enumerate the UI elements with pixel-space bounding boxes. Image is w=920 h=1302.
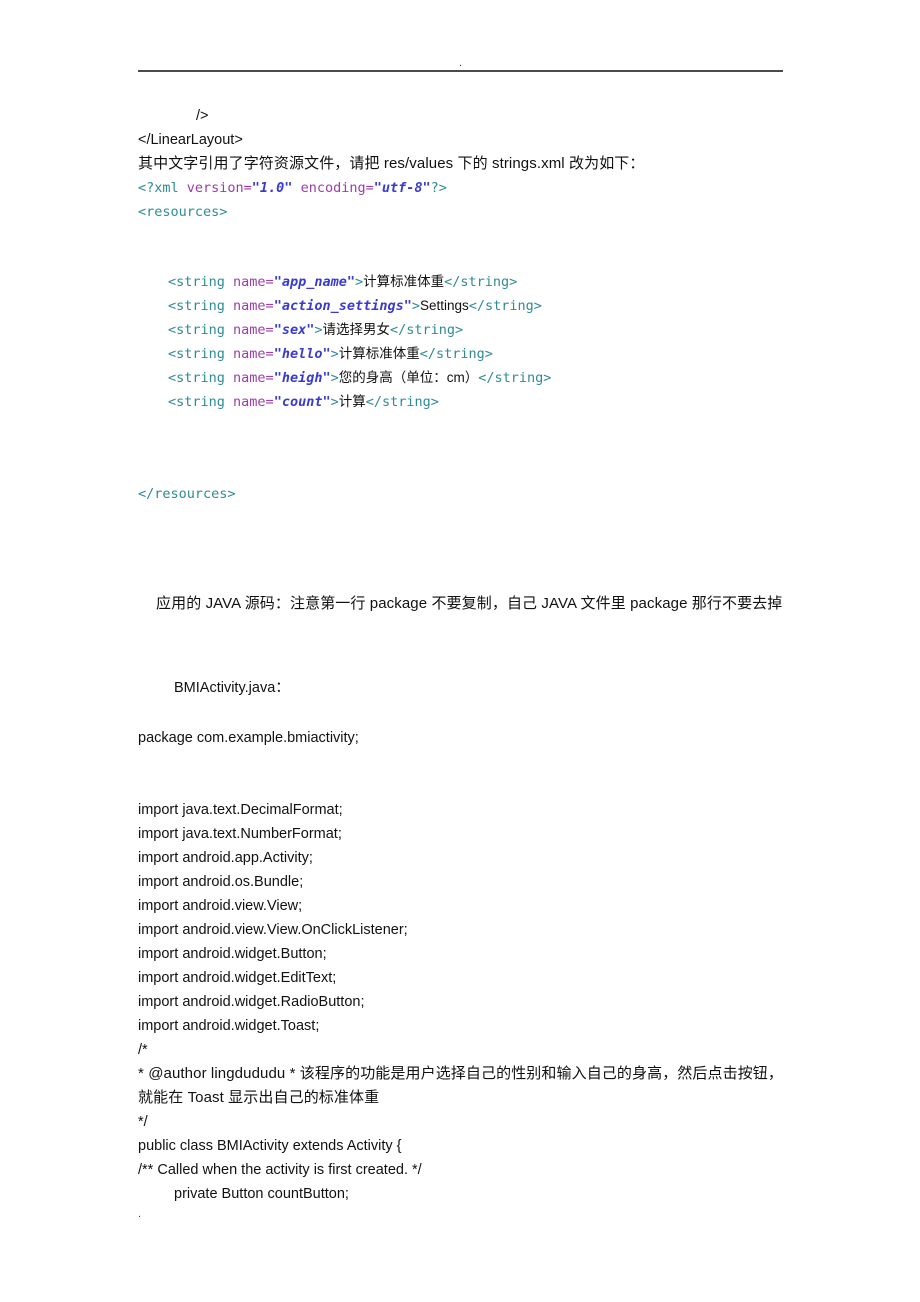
string-name-attr: name= xyxy=(224,298,274,314)
java-field-declaration: private Button countButton; xyxy=(174,1186,349,1202)
java-class-declaration: public class BMIActivity extends Activit… xyxy=(138,1138,402,1154)
string-entry: <string name="action_settings">Settings<… xyxy=(138,294,788,318)
java-comment-author: * @author lingdududu * 该程序的功能是用户选择自己的性别和… xyxy=(138,1065,784,1106)
string-text-value: 计算标准体重 xyxy=(338,346,420,361)
string-close-token: </string> xyxy=(444,274,518,290)
string-entry: <string name="hello">计算标准体重</string> xyxy=(138,342,788,366)
string-open-token: <string xyxy=(168,274,225,290)
string-open-token: <string xyxy=(168,370,225,386)
page-footer: . xyxy=(138,1208,783,1220)
java-import-line: import java.text.NumberFormat; xyxy=(138,826,342,842)
string-name-value: "hello" xyxy=(273,346,331,362)
string-text-value: 您的身高（单位：cm） xyxy=(338,370,479,385)
header-rule-divider xyxy=(138,70,783,72)
document-page: . /> </LinearLayout> 其中文字引用了字符资源文件，请把 re… xyxy=(0,0,920,1302)
string-name-attr: name= xyxy=(224,346,274,362)
string-close-token: </string> xyxy=(419,346,493,362)
string-open-token: <string xyxy=(168,322,225,338)
string-name-attr: name= xyxy=(224,274,274,290)
string-open-token: <string xyxy=(168,298,225,314)
string-name-value: "action_settings" xyxy=(273,298,412,314)
string-gt-token: > xyxy=(330,346,339,362)
string-entry: <string name="app_name">计算标准体重</string> xyxy=(138,270,788,294)
xml-decl-close: ?> xyxy=(430,180,447,196)
string-name-value: "app_name" xyxy=(273,274,355,290)
page-header: . xyxy=(138,58,783,72)
xml-decl-version-value: "1.0" xyxy=(251,180,293,196)
string-open-token: <string xyxy=(168,346,225,362)
string-entry: <string name="heigh">您的身高（单位：cm）</string… xyxy=(138,366,788,390)
spacer-after-resources-open xyxy=(138,224,788,270)
resources-open-tag: <resources> xyxy=(138,200,788,224)
java-import-line: import android.app.Activity; xyxy=(138,850,313,866)
spacer-before-file-title xyxy=(138,616,788,662)
string-text-value: 请选择男女 xyxy=(322,322,390,337)
java-comment-close: */ xyxy=(138,1114,148,1130)
string-close-token: </string> xyxy=(365,394,439,410)
spacer-after-resources-close xyxy=(138,506,788,562)
spacer-before-resources-close xyxy=(138,414,788,460)
string-gt-token: > xyxy=(330,394,339,410)
java-class-comment: /** Called when the activity is first cr… xyxy=(138,1162,422,1178)
resources-open-token: <resources> xyxy=(138,204,228,220)
note-strings-xml: 其中文字引用了字符资源文件，请把 res/values 下的 strings.x… xyxy=(138,155,645,172)
java-import-line: import java.text.DecimalFormat; xyxy=(138,802,343,818)
string-text-value: Settings xyxy=(420,298,469,313)
string-text-value: 计算标准体重 xyxy=(363,274,445,289)
xml-decl-encoding-value: "utf-8" xyxy=(373,180,431,196)
xml-self-close-line: /> xyxy=(196,108,209,124)
java-import-line: import android.widget.RadioButton; xyxy=(138,994,365,1010)
java-import-line: import android.os.Bundle; xyxy=(138,874,304,890)
resources-close-tag: </resources> xyxy=(138,482,788,506)
java-package-line: package com.example.bmiactivity; xyxy=(138,730,359,746)
java-import-line: import android.view.View.OnClickListener… xyxy=(138,922,408,938)
spacer-extra xyxy=(138,460,788,482)
java-import-line: import android.widget.Toast; xyxy=(138,1018,320,1034)
xml-declaration-line: <?xml version="1.0" encoding="utf-8"?> xyxy=(138,176,788,200)
java-import-line: import android.widget.EditText; xyxy=(138,970,337,986)
string-name-attr: name= xyxy=(224,370,274,386)
string-text-value: 计算 xyxy=(338,394,366,409)
string-name-value: "heigh" xyxy=(273,370,331,386)
string-gt-token: > xyxy=(354,274,364,290)
java-comment-open: /* xyxy=(138,1042,148,1058)
string-gt-token: > xyxy=(411,298,420,314)
string-open-token: <string xyxy=(168,394,225,410)
spacer-extra-3 xyxy=(138,662,788,676)
string-entry: <string name="count">计算</string> xyxy=(138,390,788,414)
xml-decl-encoding-attr: encoding= xyxy=(292,180,374,196)
string-name-value: "count" xyxy=(273,394,331,410)
string-close-token: </string> xyxy=(478,370,552,386)
xml-close-linearlayout-line: </LinearLayout> xyxy=(138,132,243,148)
java-file-title: BMIActivity.java： xyxy=(174,680,290,696)
spacer-extra-2 xyxy=(138,562,788,592)
xml-decl-version-attr: version= xyxy=(178,180,252,196)
spacer-before-package xyxy=(138,700,788,726)
string-close-token: </string> xyxy=(468,298,542,314)
document-body: /> </LinearLayout> 其中文字引用了字符资源文件，请把 res/… xyxy=(138,104,788,1206)
xml-decl-open: <?xml xyxy=(138,180,179,196)
string-name-value: "sex" xyxy=(273,322,315,338)
java-source-intro: 应用的 JAVA 源码：注意第一行 package 不要复制，自己 JAVA 文… xyxy=(156,595,783,612)
string-close-token: </string> xyxy=(389,322,464,338)
java-import-line: import android.widget.Button; xyxy=(138,946,327,962)
header-dot: . xyxy=(458,57,463,69)
string-entry: <string name="sex">请选择男女</string> xyxy=(138,318,788,342)
string-name-attr: name= xyxy=(224,322,274,338)
string-name-attr: name= xyxy=(224,394,274,410)
java-import-line: import android.view.View; xyxy=(138,898,303,914)
string-gt-token: > xyxy=(330,370,339,386)
spacer-before-imports xyxy=(138,750,788,796)
footer-dot: . xyxy=(138,1208,142,1220)
resources-close-token: </resources> xyxy=(138,486,236,502)
